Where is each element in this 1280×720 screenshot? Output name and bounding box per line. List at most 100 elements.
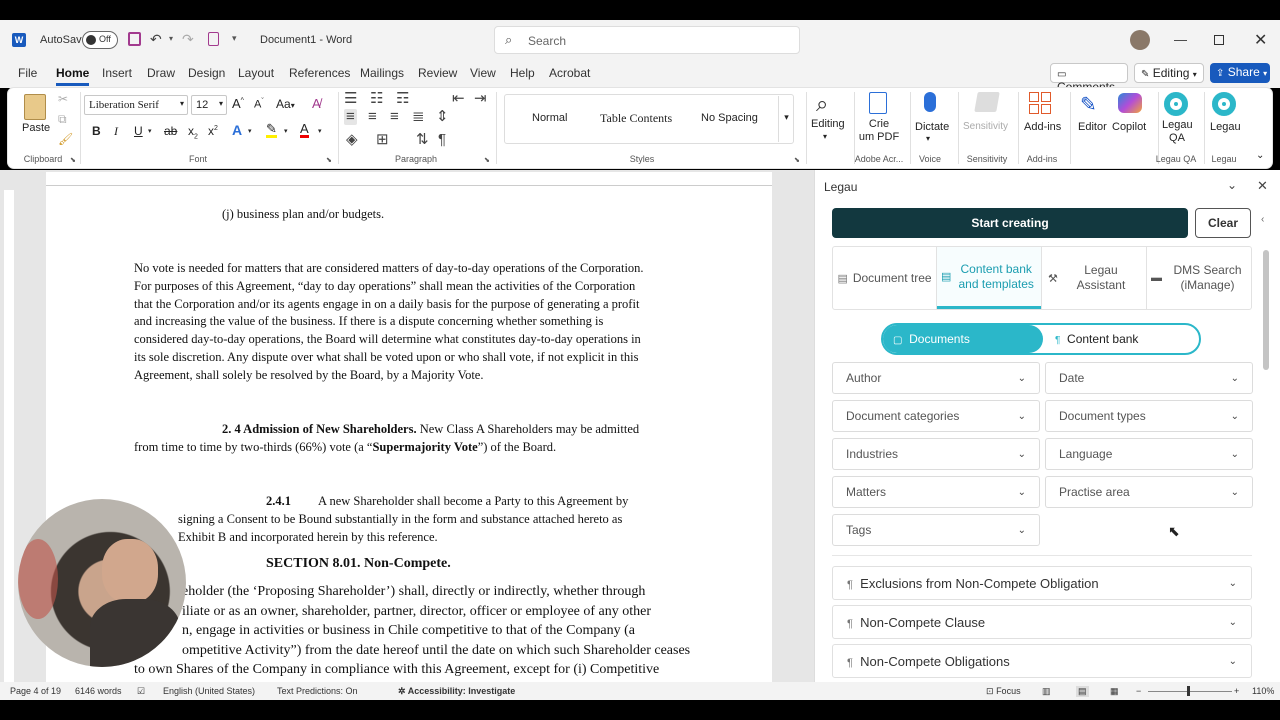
font-dialog-launcher-icon[interactable]: ⬊ bbox=[326, 156, 332, 164]
paste-button[interactable]: Paste bbox=[22, 122, 50, 134]
avatar[interactable] bbox=[1130, 30, 1150, 50]
strikethrough-icon[interactable]: ab bbox=[164, 124, 177, 138]
zoom-slider-thumb[interactable] bbox=[1187, 686, 1190, 696]
toggle-documents[interactable]: ▢ Documents bbox=[883, 325, 1043, 353]
subscript-icon[interactable]: x2 bbox=[188, 124, 198, 140]
tab-dms-search[interactable]: ▬ DMS Search (iManage) bbox=[1147, 247, 1253, 309]
borders-icon[interactable]: ⊞ bbox=[376, 132, 389, 148]
tab-design[interactable]: Design bbox=[188, 66, 225, 80]
shading-icon[interactable]: ◈ bbox=[346, 132, 358, 148]
text-effects-dropdown-icon[interactable]: ▾ bbox=[248, 127, 252, 135]
multilevel-list-icon[interactable]: ☶ bbox=[396, 91, 409, 107]
underline-dropdown-icon[interactable]: ▾ bbox=[148, 127, 152, 135]
pane-close-icon[interactable]: ✕ bbox=[1257, 178, 1268, 194]
print-layout-icon[interactable]: ▤ bbox=[1076, 686, 1089, 697]
close-window-icon[interactable]: ✕ bbox=[1254, 30, 1267, 50]
paste-icon[interactable] bbox=[24, 94, 46, 120]
font-size-select[interactable]: 12 ▾ bbox=[191, 95, 227, 115]
highlight-icon[interactable]: ✎ bbox=[266, 122, 277, 138]
font-name-select[interactable]: Liberation Serif ▾ bbox=[84, 95, 188, 115]
font-color-icon[interactable]: A bbox=[300, 122, 309, 138]
filter-matters[interactable]: Matters ⌄ bbox=[832, 476, 1040, 508]
tab-view[interactable]: View bbox=[470, 66, 496, 80]
zoom-level[interactable]: 110% bbox=[1252, 686, 1274, 696]
tab-file[interactable]: File bbox=[18, 66, 37, 80]
addins-button[interactable]: Add-ins bbox=[1024, 121, 1061, 133]
clear-formatting-icon[interactable]: A̸ bbox=[312, 96, 321, 111]
align-center-icon[interactable]: ≡ bbox=[368, 109, 377, 125]
legau-button[interactable]: Legau bbox=[1210, 121, 1241, 133]
copilot-icon[interactable] bbox=[1118, 93, 1142, 113]
filter-industries[interactable]: Industries ⌄ bbox=[832, 438, 1040, 470]
save-icon[interactable] bbox=[128, 32, 141, 46]
undo-icon[interactable]: ↶ bbox=[150, 31, 162, 47]
legau-qa-button[interactable]: Legau QA bbox=[1162, 119, 1193, 145]
filter-author[interactable]: Author ⌄ bbox=[832, 362, 1040, 394]
content-item[interactable]: ¶ Non-Compete Clause ⌄ bbox=[832, 605, 1252, 639]
dialog-launcher-icon[interactable]: ⬊ bbox=[70, 156, 76, 164]
content-item[interactable]: ¶ Exclusions from Non-Compete Obligation… bbox=[832, 566, 1252, 600]
style-normal[interactable]: Normal bbox=[532, 112, 567, 124]
minimize-icon[interactable]: — bbox=[1174, 32, 1187, 47]
comments-button[interactable]: ▭ Comments bbox=[1050, 63, 1128, 94]
numbering-icon[interactable]: ☷ bbox=[370, 91, 383, 107]
editor-icon[interactable]: ✎ bbox=[1080, 92, 1097, 117]
search-box[interactable]: ⌕ Search bbox=[494, 26, 800, 54]
grow-font-icon[interactable]: A^ bbox=[232, 96, 244, 111]
copilot-button[interactable]: Copilot bbox=[1112, 121, 1146, 133]
microphone-icon[interactable] bbox=[924, 92, 936, 112]
filter-practise-area[interactable]: Practise area ⌄ bbox=[1045, 476, 1253, 508]
page-count[interactable]: Page 4 of 19 bbox=[10, 686, 61, 696]
paragraph-dialog-launcher-icon[interactable]: ⬊ bbox=[484, 156, 490, 164]
filter-document-categories[interactable]: Document categories ⌄ bbox=[832, 400, 1040, 432]
highlight-dropdown-icon[interactable]: ▾ bbox=[284, 127, 288, 135]
align-left-icon[interactable]: ≡ bbox=[344, 109, 357, 125]
text-predictions-status[interactable]: Text Predictions: On bbox=[277, 686, 358, 696]
styles-more-icon[interactable]: ▾ bbox=[778, 96, 794, 142]
tab-help[interactable]: Help bbox=[510, 66, 535, 80]
shrink-font-icon[interactable]: Aˇ bbox=[254, 98, 264, 111]
tab-mailings[interactable]: Mailings bbox=[360, 66, 404, 80]
tab-insert[interactable]: Insert bbox=[102, 66, 132, 80]
justify-icon[interactable]: ≣ bbox=[412, 109, 425, 125]
zoom-out-icon[interactable]: − bbox=[1136, 686, 1141, 696]
editing-button[interactable]: Editing bbox=[811, 118, 845, 130]
bold-icon[interactable]: B bbox=[92, 124, 101, 138]
undo-dropdown-icon[interactable]: ▾ bbox=[169, 34, 173, 43]
superscript-icon[interactable]: x2 bbox=[208, 124, 218, 138]
find-icon[interactable]: ⌕ bbox=[816, 91, 828, 117]
filter-tags[interactable]: Tags ⌄ bbox=[832, 514, 1040, 546]
dictate-button[interactable]: Dictate bbox=[915, 121, 949, 133]
toggle-content-bank[interactable]: ¶ Content bank bbox=[1049, 325, 1199, 353]
format-painter-icon[interactable]: 🖌 bbox=[58, 131, 73, 147]
text-effects-icon[interactable]: A bbox=[232, 122, 242, 138]
content-item[interactable]: ¶ Non-Compete Obligations ⌄ bbox=[832, 644, 1252, 678]
filter-document-types[interactable]: Document types ⌄ bbox=[1045, 400, 1253, 432]
editing-mode-button[interactable]: ✎ Editing ▾ bbox=[1134, 63, 1204, 83]
customize-toolbar-icon[interactable]: ▾ bbox=[232, 33, 237, 44]
style-table-contents[interactable]: Table Contents bbox=[600, 111, 672, 126]
language-status[interactable]: English (United States) bbox=[163, 686, 255, 696]
pane-scroll-left-icon[interactable]: ‹ bbox=[1261, 214, 1264, 225]
legau-icon[interactable] bbox=[1212, 92, 1236, 116]
clear-button[interactable]: Clear bbox=[1195, 208, 1251, 238]
web-layout-icon[interactable]: ▦ bbox=[1110, 686, 1119, 697]
decrease-indent-icon[interactable]: ⇤ bbox=[452, 91, 465, 107]
maximize-icon[interactable] bbox=[1214, 35, 1224, 45]
focus-button[interactable]: ⊡ Focus bbox=[986, 686, 1021, 697]
pane-scrollbar[interactable] bbox=[1263, 250, 1269, 370]
font-color-dropdown-icon[interactable]: ▾ bbox=[318, 127, 322, 135]
show-formatting-icon[interactable]: ¶ bbox=[438, 132, 446, 148]
clipboard-check-icon[interactable] bbox=[208, 32, 219, 46]
filter-language[interactable]: Language ⌄ bbox=[1045, 438, 1253, 470]
italic-icon[interactable]: I bbox=[114, 124, 118, 139]
cut-icon[interactable]: ✂ bbox=[58, 91, 68, 107]
redo-icon[interactable]: ↷ bbox=[182, 31, 194, 47]
filter-date[interactable]: Date ⌄ bbox=[1045, 362, 1253, 394]
read-mode-icon[interactable]: ▥ bbox=[1042, 686, 1051, 697]
align-right-icon[interactable]: ≡ bbox=[390, 109, 399, 125]
style-no-spacing[interactable]: No Spacing bbox=[701, 112, 758, 124]
tab-review[interactable]: Review bbox=[418, 66, 457, 80]
line-spacing-icon[interactable]: ⇕ bbox=[436, 109, 449, 125]
collapse-ribbon-icon[interactable]: ⌄ bbox=[1256, 150, 1264, 161]
